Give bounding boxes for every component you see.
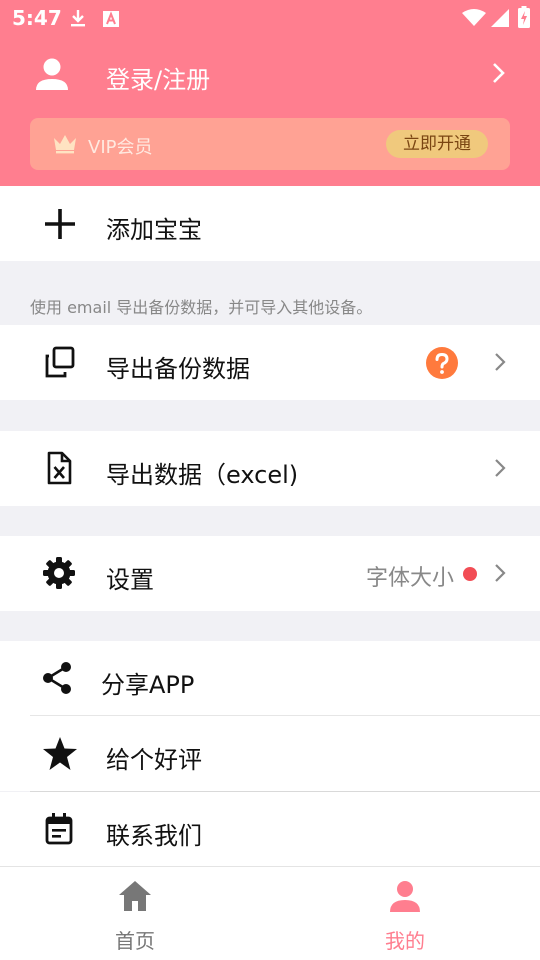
- status-bar: 5:47: [0, 0, 540, 36]
- rate-label: 给个好评: [106, 746, 202, 774]
- export-excel-label: 导出数据（excel): [106, 461, 299, 489]
- login-row[interactable]: 登录/注册: [0, 42, 540, 108]
- chevron-right-icon: [492, 62, 506, 88]
- chevron-right-icon: [494, 563, 506, 587]
- avatar-icon: [34, 56, 70, 96]
- battery-icon: [518, 6, 530, 32]
- bottom-tab-bar: 首页 我的: [0, 866, 540, 960]
- backup-hint: 使用 email 导出备份数据，并可导入其他设备。: [30, 298, 373, 317]
- star-icon: [42, 736, 78, 776]
- add-baby-label: 添加宝宝: [106, 216, 202, 244]
- chevron-right-icon: [494, 458, 506, 482]
- signal-icon: [490, 8, 510, 32]
- login-label: 登录/注册: [106, 66, 211, 94]
- plus-icon: [42, 206, 78, 246]
- contact-label: 联系我们: [106, 822, 202, 850]
- contact-row[interactable]: 联系我们: [0, 792, 540, 867]
- gear-icon: [42, 556, 76, 594]
- font-app-icon: [102, 10, 120, 32]
- vip-label: VIP会员: [88, 137, 153, 158]
- crown-icon: [52, 132, 78, 158]
- export-backup-row[interactable]: 导出备份数据: [0, 325, 540, 400]
- excel-file-icon: [42, 451, 76, 489]
- settings-label: 设置: [106, 566, 154, 594]
- share-app-label: 分享APP: [101, 671, 195, 699]
- export-excel-row[interactable]: 导出数据（excel): [0, 431, 540, 506]
- tab-home-label: 首页: [115, 929, 155, 953]
- share-icon: [40, 661, 74, 699]
- help-icon[interactable]: [426, 347, 458, 383]
- calendar-icon: [42, 812, 76, 850]
- rate-row[interactable]: 给个好评: [0, 716, 540, 791]
- notification-dot: [463, 567, 477, 581]
- export-backup-label: 导出备份数据: [106, 355, 250, 383]
- chevron-right-icon: [494, 352, 506, 376]
- person-icon: [387, 879, 423, 917]
- download-icon: [68, 8, 88, 32]
- vip-card[interactable]: VIP会员 立即开通: [30, 118, 510, 170]
- copy-icon: [42, 345, 76, 383]
- tab-mine[interactable]: 我的: [270, 867, 540, 960]
- profile-header: 5:47 登录/注册 VIP会员 立即开通: [0, 0, 540, 186]
- status-time: 5:47: [12, 6, 62, 30]
- vip-open-button[interactable]: 立即开通: [386, 130, 488, 158]
- add-baby-row[interactable]: 添加宝宝: [0, 186, 540, 261]
- font-size-label: 字体大小: [365, 566, 454, 591]
- home-icon: [117, 879, 153, 917]
- wifi-icon: [462, 9, 486, 31]
- tab-home[interactable]: 首页: [0, 867, 270, 960]
- tab-mine-label: 我的: [385, 929, 425, 953]
- settings-row[interactable]: 设置 字体大小: [0, 536, 540, 611]
- share-app-row[interactable]: 分享APP: [0, 641, 540, 716]
